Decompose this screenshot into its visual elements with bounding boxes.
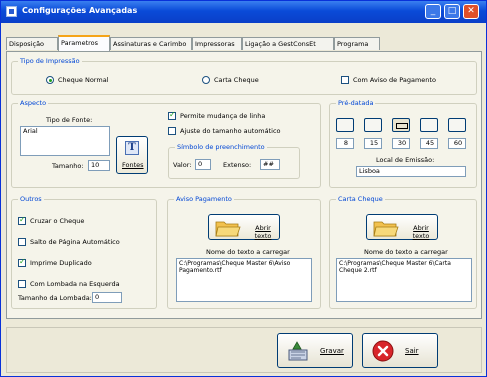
imprime-duplicado-checkbox[interactable]	[18, 257, 26, 267]
tab-parametros[interactable]: Parametros	[58, 35, 110, 51]
local-emissao-label: Local de Emissão:	[376, 156, 435, 164]
open-folder-icon	[373, 221, 399, 237]
carta-cheque-group: Carta Cheque Abrir texto Nome do texto a…	[329, 195, 477, 309]
carta-cheque-radio[interactable]	[202, 76, 210, 84]
pre-datada-days-2[interactable]: 15	[364, 138, 382, 149]
cruzar-cheque-checkbox[interactable]	[18, 215, 26, 225]
cruzar-cheque-label: Cruzar o Cheque	[30, 217, 85, 225]
exit-icon	[372, 340, 394, 362]
pre-datada-title: Pré-datada	[336, 99, 376, 107]
pre-datada-days-1[interactable]: 8	[336, 138, 354, 149]
fonts-button[interactable]: T Fontes	[116, 136, 148, 174]
outros-group: Outros Cruzar o Cheque Salto de Página A…	[11, 195, 157, 309]
pre-datada-days-3[interactable]: 30	[392, 138, 410, 149]
fonts-button-label: Fontes	[122, 161, 144, 169]
pre-datada-days-5[interactable]: 60	[448, 138, 466, 149]
lombada-esquerda-checkbox[interactable]	[18, 280, 26, 288]
tipo-impressao-group: Tipo de Impressão Cheque Normal Carta Ch…	[11, 57, 477, 95]
tipo-impressao-title: Tipo de Impressão	[18, 57, 82, 65]
valor-label: Valor:	[173, 161, 192, 169]
tab-programa[interactable]: Programa	[334, 37, 380, 50]
extenso-label: Extenso:	[223, 161, 252, 169]
gravar-label: Gravar	[320, 347, 344, 355]
aviso-pagamento-label: Com Aviso de Pagamento	[353, 76, 436, 84]
carta-file-label: Nome do texto a carregar	[364, 248, 448, 256]
pre-datada-group: Pré-datada 8 15 30 45 60 Local de Emissã…	[329, 99, 477, 188]
font-name-field[interactable]: Arial	[20, 126, 110, 156]
aviso-pagamento-group: Aviso Pagamento Abrir texto Nome do text…	[167, 195, 321, 309]
cheque-normal-radio[interactable]	[46, 76, 54, 84]
extenso-field[interactable]: ##	[260, 159, 280, 170]
pre-datada-button-1[interactable]	[336, 118, 354, 132]
carta-file-field[interactable]: C:\Programas\Cheque Master 6\Carta Chequ…	[336, 258, 472, 302]
local-emissao-field[interactable]: Lisboa	[356, 166, 466, 177]
footer-bar: Gravar Sair	[6, 327, 482, 373]
ajuste-tamanho-label: Ajuste do tamanho automático	[180, 127, 281, 135]
outros-title: Outros	[18, 195, 44, 203]
pre-datada-button-3[interactable]	[392, 118, 410, 132]
save-icon	[288, 341, 308, 361]
close-button[interactable]: ✕	[463, 4, 479, 19]
imprime-duplicado-label: Imprime Duplicado	[30, 259, 92, 267]
tab-impressoras[interactable]: Impressoras	[192, 37, 242, 50]
tab-assinaturas[interactable]: Assinaturas e Carimbo	[110, 37, 192, 50]
lombada-esquerda-label: Com Lombada na Esquerda	[30, 280, 120, 288]
font-size-field[interactable]: 10	[88, 160, 110, 171]
title-bar[interactable]: Configurações Avançadas _ □ ✕	[1, 1, 486, 23]
aviso-pagamento-checkbox[interactable]	[341, 76, 349, 84]
minimize-button[interactable]: _	[425, 4, 441, 19]
lombada-size-field[interactable]: 0	[92, 292, 122, 303]
carta-abrir-texto-button[interactable]: Abrir texto	[366, 214, 438, 240]
maximize-button[interactable]: □	[444, 4, 460, 19]
aspecto-title: Aspecto	[18, 99, 49, 107]
gravar-button[interactable]: Gravar	[277, 333, 353, 368]
tab-ligacao-gestconset[interactable]: Ligação a GestConsEt	[242, 37, 334, 50]
permite-mudanca-label: Permite mudança de linha	[180, 112, 266, 120]
simbolo-group: Símbolo de preenchimento Valor: 0 Extens…	[168, 143, 300, 179]
carta-cheque-title: Carta Cheque	[336, 195, 385, 203]
font-size-label: Tamanho:	[52, 162, 84, 170]
aspecto-group: Aspecto Tipo de Fonte: Arial Tamanho: 10…	[11, 99, 321, 188]
pre-datada-days-4[interactable]: 45	[420, 138, 438, 149]
salto-pagina-checkbox[interactable]	[18, 238, 26, 246]
pre-datada-button-4[interactable]	[420, 118, 438, 132]
app-icon	[6, 6, 17, 17]
carta-abrir-texto-label: Abrir texto	[412, 224, 430, 240]
open-folder-icon	[215, 221, 241, 237]
lombada-size-label: Tamanho da Lombada:	[18, 294, 92, 302]
simbolo-title: Símbolo de preenchimento	[175, 143, 267, 151]
pre-datada-button-2[interactable]	[364, 118, 382, 132]
valor-field[interactable]: 0	[195, 159, 211, 170]
aviso-abrir-texto-label: Abrir texto	[254, 224, 272, 240]
tab-panel-parametros: Tipo de Impressão Cheque Normal Carta Ch…	[6, 51, 482, 319]
aviso-abrir-texto-button[interactable]: Abrir texto	[208, 214, 280, 240]
permite-mudanca-checkbox[interactable]	[168, 110, 176, 120]
salto-pagina-label: Salto de Página Automático	[30, 238, 120, 246]
aviso-file-field[interactable]: C:\Programas\Cheque Master 6\Aviso Pagam…	[176, 258, 312, 302]
font-icon: T	[125, 141, 139, 155]
tab-disposicao[interactable]: Disposição	[6, 37, 58, 50]
sair-button[interactable]: Sair	[362, 333, 438, 368]
font-type-label: Tipo de Fonte:	[46, 116, 93, 124]
window-title: Configurações Avançadas	[22, 6, 138, 15]
sair-label: Sair	[405, 347, 419, 355]
ajuste-tamanho-checkbox[interactable]	[168, 127, 176, 135]
dialog-window: Configurações Avançadas _ □ ✕ Disposição…	[0, 0, 487, 377]
carta-cheque-label: Carta Cheque	[214, 76, 259, 84]
aviso-pagamento-title: Aviso Pagamento	[174, 195, 234, 203]
aviso-file-label: Nome do texto a carregar	[206, 248, 290, 256]
pre-datada-button-5[interactable]	[448, 118, 466, 132]
cheque-normal-label: Cheque Normal	[58, 76, 109, 84]
